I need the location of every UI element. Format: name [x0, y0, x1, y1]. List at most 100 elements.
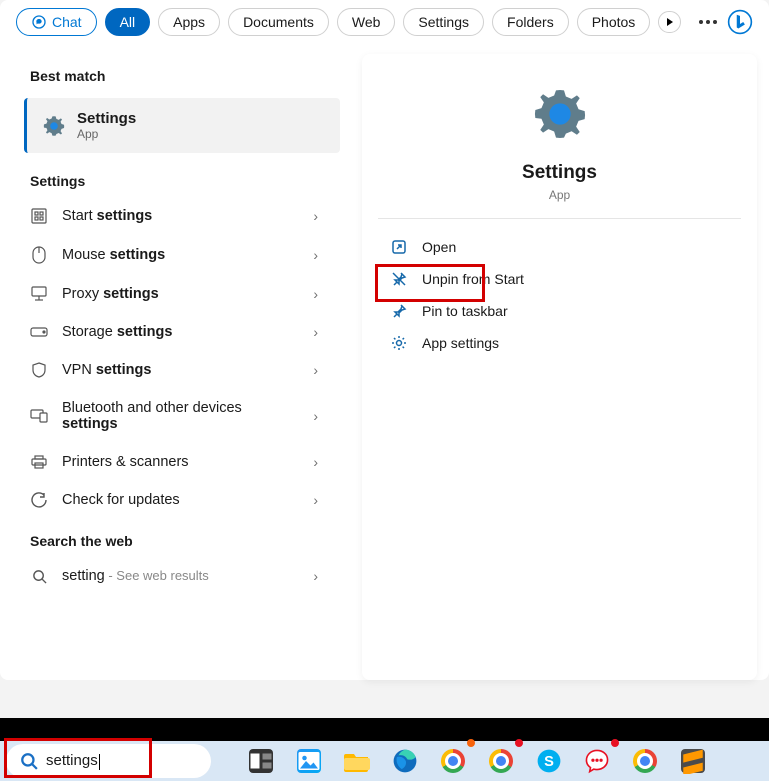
pin-icon [390, 303, 408, 319]
result-label: setting - See web results [62, 568, 299, 584]
filter-web-label: Web [352, 14, 381, 30]
taskbar-app-photos[interactable] [289, 741, 329, 781]
filter-photos[interactable]: Photos [577, 8, 651, 36]
filter-all-label: All [120, 14, 136, 30]
result-web-search[interactable]: setting - See web results › [0, 557, 348, 595]
filter-folders[interactable]: Folders [492, 8, 569, 36]
result-label: Printers & scanners [62, 454, 299, 470]
taskbar: settings S [0, 741, 769, 781]
result-printers-scanners[interactable]: Printers & scanners › [0, 443, 348, 481]
preview-title: Settings [378, 162, 741, 184]
action-unpin-start[interactable]: Unpin from Start [378, 263, 741, 295]
taskbar-app-chrome-3[interactable] [625, 741, 665, 781]
result-label: Proxy settings [62, 286, 299, 302]
results-area: Best match Settings App Settings Start s… [0, 44, 769, 680]
svg-text:S: S [544, 754, 554, 770]
web-header: Search the web [0, 519, 348, 557]
filter-settings[interactable]: Settings [403, 8, 484, 36]
preview-pane: Settings App Open Unpin from Start Pin t… [362, 54, 757, 680]
chevron-right-icon: › [313, 324, 318, 340]
chevron-right-icon: › [313, 362, 318, 378]
chevron-right-icon: › [313, 286, 318, 302]
filter-chat[interactable]: Chat [16, 8, 97, 36]
filter-folders-label: Folders [507, 14, 554, 30]
filter-documents-label: Documents [243, 14, 314, 30]
filter-chat-label: Chat [52, 14, 82, 30]
action-label: App settings [422, 335, 499, 351]
result-label: Bluetooth and other devices settings [62, 400, 299, 432]
action-label: Pin to taskbar [422, 303, 508, 319]
shield-icon [30, 362, 48, 378]
action-pin-taskbar[interactable]: Pin to taskbar [378, 295, 741, 327]
chevron-right-icon: › [313, 568, 318, 584]
taskbar-app-sublime[interactable] [673, 741, 713, 781]
chevron-right-icon: › [313, 454, 318, 470]
filter-all[interactable]: All [105, 8, 151, 36]
search-icon [30, 569, 48, 584]
chevron-right-icon: › [313, 492, 318, 508]
result-check-updates[interactable]: Check for updates › [0, 481, 348, 519]
action-label: Unpin from Start [422, 271, 524, 287]
settings-gear-icon [41, 113, 67, 139]
taskbar-app-skype[interactable]: S [529, 741, 569, 781]
mouse-icon [30, 246, 48, 264]
taskbar-app-chrome-1[interactable] [433, 741, 473, 781]
bing-button[interactable] [727, 9, 753, 35]
divider-bar [0, 718, 769, 741]
start-icon [30, 208, 48, 224]
chevron-right-icon: › [313, 408, 318, 424]
result-vpn-settings[interactable]: VPN settings › [0, 351, 348, 389]
taskbar-app-messenger[interactable] [577, 741, 617, 781]
filter-apps[interactable]: Apps [158, 8, 220, 36]
filter-apps-label: Apps [173, 14, 205, 30]
preview-gear-icon [528, 82, 592, 146]
gear-icon [390, 335, 408, 351]
result-label: Mouse settings [62, 247, 299, 263]
results-list: Best match Settings App Settings Start s… [0, 54, 348, 680]
bing-icon [727, 9, 753, 35]
result-label: Storage settings [62, 324, 299, 340]
filter-web[interactable]: Web [337, 8, 396, 36]
best-match-header: Best match [0, 54, 348, 92]
result-start-settings[interactable]: Start settings › [0, 197, 348, 235]
chevron-right-icon: › [313, 208, 318, 224]
filter-documents[interactable]: Documents [228, 8, 329, 36]
chat-icon [31, 14, 47, 30]
ellipsis-icon [699, 20, 717, 24]
best-match-subtitle: App [77, 127, 136, 141]
filter-photos-label: Photos [592, 14, 636, 30]
refresh-icon [30, 492, 48, 508]
result-bluetooth-settings[interactable]: Bluetooth and other devices settings › [0, 389, 348, 443]
devices-icon [30, 409, 48, 423]
filter-bar: Chat All Apps Documents Web Settings Fol… [0, 0, 769, 44]
taskbar-app-explorer[interactable] [337, 741, 377, 781]
proxy-icon [30, 286, 48, 302]
play-icon [665, 17, 675, 27]
filter-more-chevron[interactable] [658, 11, 681, 33]
storage-icon [30, 327, 48, 337]
settings-header: Settings [0, 159, 348, 197]
printer-icon [30, 455, 48, 469]
search-icon [20, 752, 38, 770]
action-label: Open [422, 239, 456, 255]
result-label: Start settings [62, 208, 299, 224]
result-label: Check for updates [62, 492, 299, 508]
preview-subtitle: App [378, 188, 741, 202]
result-proxy-settings[interactable]: Proxy settings › [0, 275, 348, 313]
taskbar-search[interactable]: settings [6, 744, 211, 778]
action-open[interactable]: Open [378, 231, 741, 263]
best-match-settings[interactable]: Settings App [24, 98, 340, 153]
action-app-settings[interactable]: App settings [378, 327, 741, 359]
taskbar-app-edge[interactable] [385, 741, 425, 781]
filter-settings-label: Settings [418, 14, 469, 30]
more-options-button[interactable] [697, 9, 719, 35]
result-storage-settings[interactable]: Storage settings › [0, 313, 348, 351]
taskbar-app-chrome-2[interactable] [481, 741, 521, 781]
chevron-right-icon: › [313, 247, 318, 263]
taskbar-app-taskview[interactable] [241, 741, 281, 781]
result-label: VPN settings [62, 362, 299, 378]
search-value: settings [46, 752, 100, 769]
result-mouse-settings[interactable]: Mouse settings › [0, 235, 348, 275]
best-match-title: Settings [77, 110, 136, 127]
unpin-icon [390, 271, 408, 287]
